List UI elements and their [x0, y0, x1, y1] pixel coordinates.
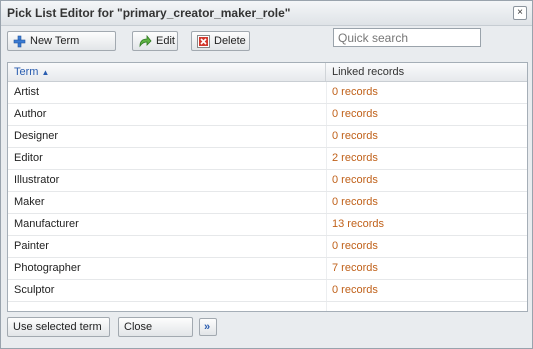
- table-row[interactable]: Designer 0 records: [8, 126, 527, 148]
- new-term-label: New Term: [30, 35, 80, 47]
- term-cell: Editor: [14, 152, 43, 164]
- linked-records-link[interactable]: 0 records: [326, 82, 527, 103]
- dialog-footer: Use selected term Close »: [7, 314, 526, 342]
- pick-list-editor-dialog: Pick List Editor for "primary_creator_ma…: [0, 0, 533, 349]
- sort-ascending-icon: ▲: [41, 68, 50, 77]
- table-row[interactable]: Sculptor 0 records: [8, 280, 527, 302]
- edit-arrow-icon: [138, 34, 152, 48]
- term-cell: Sculptor: [14, 284, 55, 296]
- dialog-title: Pick List Editor for "primary_creator_ma…: [7, 6, 291, 20]
- table-row[interactable]: Photographer 7 records: [8, 258, 527, 280]
- column-header-term-label: Term: [14, 66, 39, 78]
- table-row[interactable]: Editor 2 records: [8, 148, 527, 170]
- linked-records-link[interactable]: 0 records: [326, 104, 527, 125]
- linked-records-link[interactable]: 0 records: [326, 280, 527, 301]
- column-header-term[interactable]: Term ▲: [8, 63, 326, 81]
- term-cell: Artist: [14, 86, 40, 98]
- plus-icon: [13, 35, 26, 48]
- term-cell: Maker: [14, 196, 45, 208]
- use-selected-term-button[interactable]: Use selected term: [7, 317, 110, 337]
- table-row[interactable]: Manufacturer 13 records: [8, 214, 527, 236]
- term-cell: Illustrator: [14, 174, 60, 186]
- grid-header: Term ▲ Linked records: [8, 63, 527, 82]
- term-cell: Author: [14, 108, 47, 120]
- table-row[interactable]: Illustrator 0 records: [8, 170, 527, 192]
- linked-records-link[interactable]: 13 records: [326, 214, 527, 235]
- delete-button[interactable]: Delete: [191, 31, 250, 51]
- close-button[interactable]: Close: [118, 317, 193, 337]
- table-row[interactable]: Artist 0 records: [8, 82, 527, 104]
- close-icon[interactable]: ×: [513, 6, 527, 20]
- more-options-button[interactable]: »: [199, 318, 217, 336]
- delete-label: Delete: [214, 35, 246, 47]
- term-cell: Designer: [14, 130, 59, 142]
- linked-records-link[interactable]: 0 records: [326, 236, 527, 257]
- term-cell: Photographer: [14, 262, 81, 274]
- term-cell: Painter: [14, 240, 49, 252]
- linked-records-link[interactable]: 0 records: [326, 170, 527, 191]
- dialog-titlebar: Pick List Editor for "primary_creator_ma…: [1, 1, 532, 26]
- new-term-button[interactable]: New Term: [7, 31, 116, 51]
- edit-button[interactable]: Edit: [132, 31, 178, 51]
- quick-search-input[interactable]: [333, 28, 481, 47]
- grid-rows: Artist 0 records Author 0 records Designer 0 …: [8, 82, 527, 302]
- toolbar: New Term Edit Delete: [7, 25, 526, 62]
- column-header-linked-records[interactable]: Linked records: [326, 63, 522, 81]
- table-row[interactable]: Author 0 records: [8, 104, 527, 126]
- terms-grid: Term ▲ Linked records Artist 0 records Auth…: [7, 62, 528, 312]
- linked-records-link[interactable]: 2 records: [326, 148, 527, 169]
- linked-records-link[interactable]: 0 records: [326, 126, 527, 147]
- table-row[interactable]: Maker 0 records: [8, 192, 527, 214]
- edit-label: Edit: [156, 35, 175, 47]
- linked-records-link[interactable]: 7 records: [326, 258, 527, 279]
- term-cell: Manufacturer: [14, 218, 79, 230]
- table-row[interactable]: Painter 0 records: [8, 236, 527, 258]
- delete-icon: [197, 34, 210, 48]
- linked-records-link[interactable]: 0 records: [326, 192, 527, 213]
